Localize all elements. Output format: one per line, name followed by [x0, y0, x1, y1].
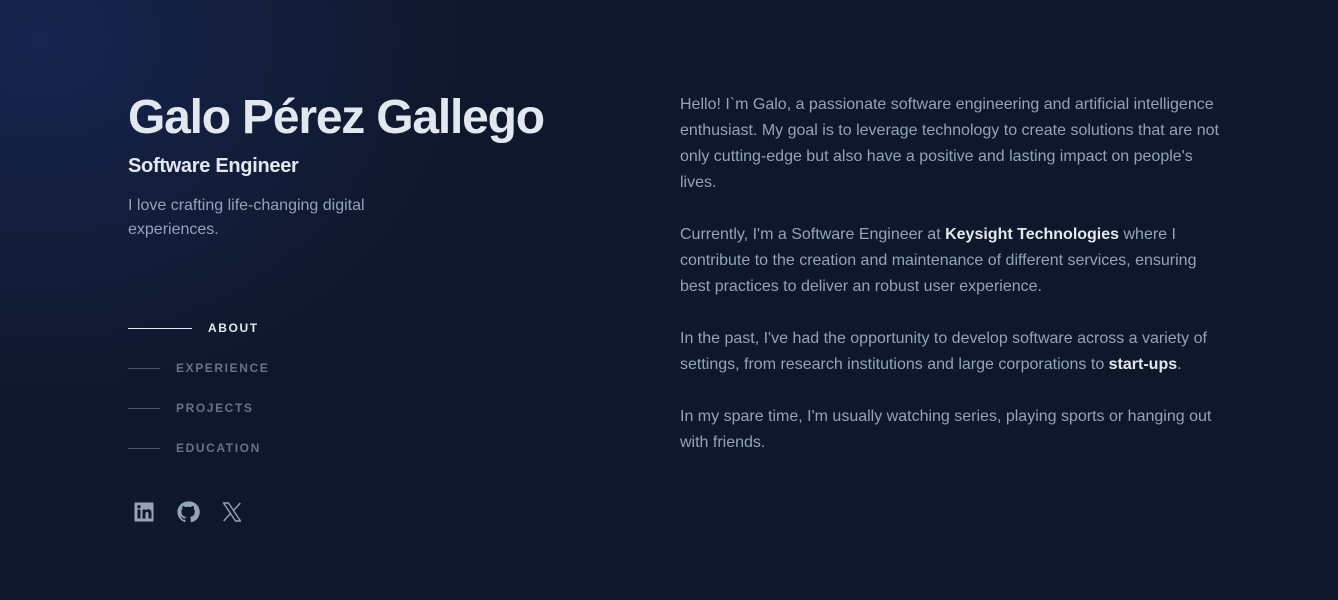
x-icon[interactable]	[220, 500, 244, 524]
nav-item-experience[interactable]: EXPERIENCE	[128, 358, 269, 378]
paragraph-text: Currently, I'm a Software Engineer at	[680, 226, 946, 243]
tagline: I love crafting life-changing digital ex…	[128, 197, 365, 238]
nav-label: EXPERIENCE	[176, 361, 270, 375]
nav-item-projects[interactable]: PROJECTS	[128, 398, 269, 418]
about-section: Hello! I`m Galo, a passionate software e…	[680, 92, 1220, 482]
nav-label: EDUCATION	[176, 441, 261, 455]
section-nav: ABOUT EXPERIENCE PROJECTS EDUCATION	[128, 318, 269, 478]
nav-label: ABOUT	[208, 321, 259, 335]
about-paragraph: Currently, I'm a Software Engineer at Ke…	[680, 222, 1220, 300]
paragraph-text: .	[1177, 356, 1182, 373]
page-title: Galo Pérez Gallego	[128, 91, 545, 144]
about-paragraph: In my spare time, I'm usually watching s…	[680, 408, 1212, 451]
nav-indicator	[128, 447, 160, 449]
nav-item-about[interactable]: ABOUT	[128, 318, 269, 338]
github-icon[interactable]	[176, 500, 200, 524]
company-highlight: Keysight Technologies	[945, 226, 1120, 243]
nav-indicator	[128, 327, 192, 329]
linkedin-icon[interactable]	[132, 500, 156, 524]
job-title: Software Engineer	[128, 155, 299, 177]
about-paragraph: Hello! I`m Galo, a passionate software e…	[680, 96, 1219, 191]
nav-indicator	[128, 407, 160, 409]
header-section: Galo Pérez Gallego Software Engineer I l…	[128, 92, 588, 242]
about-paragraph: In the past, I've had the opportunity to…	[680, 326, 1220, 378]
startups-highlight: start-ups	[1108, 356, 1178, 373]
nav-indicator	[128, 367, 160, 369]
social-links	[132, 500, 244, 524]
nav-label: PROJECTS	[176, 401, 254, 415]
nav-item-education[interactable]: EDUCATION	[128, 438, 269, 458]
